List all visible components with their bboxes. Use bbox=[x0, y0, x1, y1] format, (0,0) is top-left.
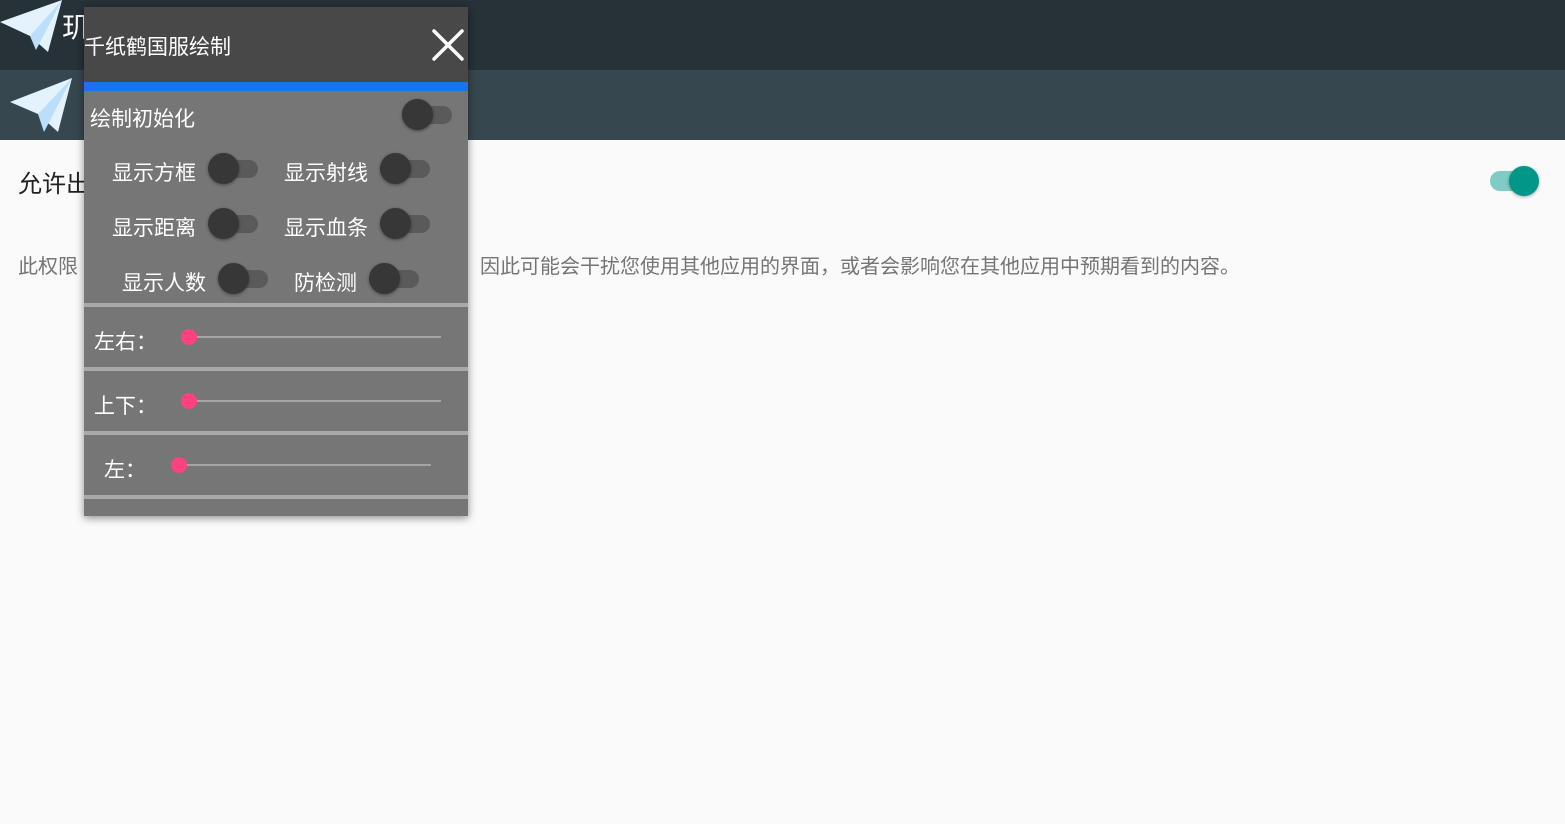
permission-toggle[interactable] bbox=[1488, 164, 1542, 198]
show-box-switch[interactable] bbox=[208, 152, 260, 186]
show-health-label: 显示血条 bbox=[284, 216, 368, 240]
anti-detect-label: 防检测 bbox=[294, 271, 357, 295]
switch-thumb bbox=[208, 153, 239, 184]
vertical-slider-track[interactable] bbox=[190, 400, 441, 402]
paper-plane-icon bbox=[0, 0, 62, 52]
overlay-title: 千纸鹤国服绘制 bbox=[84, 35, 231, 59]
switch-thumb bbox=[369, 263, 400, 294]
vertical-slider-thumb[interactable] bbox=[181, 393, 197, 409]
close-icon[interactable] bbox=[430, 27, 466, 63]
show-distance-switch[interactable] bbox=[208, 207, 260, 241]
init-switch[interactable] bbox=[402, 98, 454, 132]
show-health-switch[interactable] bbox=[380, 207, 432, 241]
show-ray-label: 显示射线 bbox=[284, 161, 368, 185]
overlay-menu[interactable]: 千纸鹤国服绘制 绘制初始化 显示方框 显示射线 显示距离 显示血条 显示人数 防… bbox=[84, 7, 468, 516]
toggle-thumb bbox=[1509, 166, 1539, 196]
divider bbox=[84, 367, 468, 371]
setting-description-left: 此权限 bbox=[18, 254, 78, 278]
init-label: 绘制初始化 bbox=[90, 107, 195, 131]
horizontal-slider-track[interactable] bbox=[190, 336, 441, 338]
left-slider-track[interactable] bbox=[180, 464, 431, 466]
show-distance-label: 显示距离 bbox=[112, 216, 196, 240]
setting-title: 允许出 bbox=[18, 170, 90, 198]
anti-detect-switch[interactable] bbox=[369, 262, 421, 296]
divider bbox=[84, 303, 468, 307]
divider bbox=[84, 495, 468, 499]
setting-description-right: 因此可能会干扰您使用其他应用的界面，或者会影响您在其他应用中预期看到的内容。 bbox=[480, 254, 1240, 278]
switch-thumb bbox=[208, 208, 239, 239]
horizontal-slider-label: 左右： bbox=[94, 330, 157, 354]
vertical-slider-label: 上下： bbox=[94, 394, 157, 418]
show-ray-switch[interactable] bbox=[380, 152, 432, 186]
left-slider-thumb[interactable] bbox=[171, 457, 187, 473]
switch-thumb bbox=[380, 153, 411, 184]
show-box-label: 显示方框 bbox=[112, 161, 196, 185]
divider bbox=[84, 431, 468, 435]
left-slider-label: 左： bbox=[104, 458, 146, 482]
switch-thumb bbox=[380, 208, 411, 239]
horizontal-slider-thumb[interactable] bbox=[181, 329, 197, 345]
show-count-label: 显示人数 bbox=[122, 271, 206, 295]
overlay-header[interactable]: 千纸鹤国服绘制 bbox=[84, 7, 468, 82]
switch-thumb bbox=[402, 99, 433, 130]
show-count-switch[interactable] bbox=[218, 262, 270, 296]
paper-plane-icon bbox=[10, 78, 72, 132]
overlay-accent-bar bbox=[84, 82, 468, 91]
switch-thumb bbox=[218, 263, 249, 294]
